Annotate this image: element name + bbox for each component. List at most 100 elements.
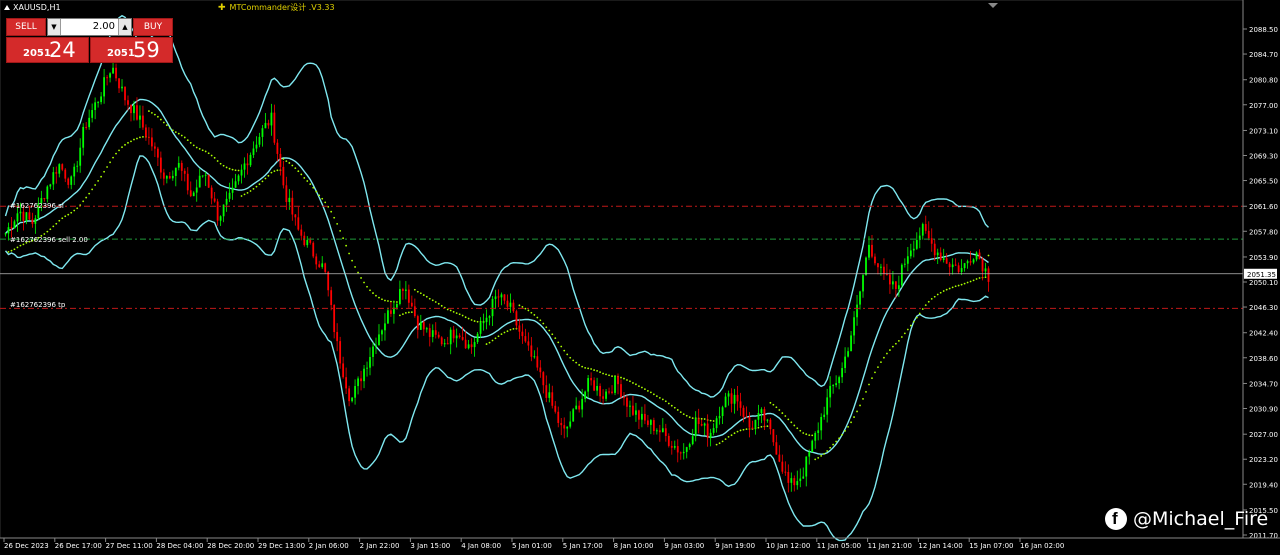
candle-body: [826, 397, 829, 415]
candle-body: [572, 409, 575, 422]
price-chart[interactable]: 2088.50 2084.70 2080.80 2077.00 2073.10 2069.…: [0, 0, 1280, 555]
candle-body: [139, 115, 141, 120]
sar-dot: [703, 418, 706, 420]
candle-body: [566, 426, 569, 429]
sar-dot: [118, 149, 120, 152]
buy-button[interactable]: BUY: [133, 18, 173, 36]
price-axis: 2088.50 2084.70 2080.80 2077.00 2073.10 2069.…: [1242, 0, 1278, 540]
sar-dot: [915, 316, 918, 319]
candle-body: [584, 391, 587, 399]
lot-decrease-icon[interactable]: ▼: [48, 19, 61, 35]
candle-body: [249, 154, 252, 166]
candle-body: [225, 198, 228, 205]
candle-body: [763, 409, 766, 421]
candle-body: [76, 165, 79, 167]
sar-dot: [491, 339, 494, 342]
candle-body: [336, 332, 339, 342]
candle-body: [814, 432, 817, 441]
candle-body: [578, 405, 581, 410]
sar-dot: [865, 390, 867, 393]
sar-dot: [900, 336, 903, 338]
sar-dot: [557, 341, 560, 344]
sar-dot: [790, 421, 793, 424]
expert-advisor-label[interactable]: ✚ MTCommander设计 .V3.33: [218, 2, 335, 13]
sar-dot: [336, 222, 339, 225]
chart-scroll-marker-icon[interactable]: [988, 3, 998, 8]
sar-dot: [661, 398, 664, 401]
lot-increase-icon[interactable]: ▲: [118, 19, 131, 35]
lot-size-input[interactable]: ▼ 2.00 ▲: [47, 18, 132, 36]
candle-body: [252, 148, 255, 155]
sar-dot: [410, 311, 413, 314]
sar-dot: [847, 425, 849, 428]
sar-dot: [667, 402, 670, 405]
sell-button[interactable]: SELL: [6, 18, 46, 36]
sar-dot: [688, 416, 691, 419]
lot-size-value: 2.00: [92, 21, 115, 32]
candle-body: [446, 343, 449, 345]
facebook-icon: f: [1105, 508, 1127, 530]
sar-dot: [709, 419, 712, 422]
candle-body: [620, 384, 622, 398]
sar-dot: [811, 434, 814, 437]
sar-dot: [569, 356, 572, 359]
sar-dot: [103, 170, 105, 173]
candle-body: [204, 174, 207, 176]
candle-body: [153, 146, 156, 149]
sar-dot: [936, 293, 939, 296]
sar-dot: [856, 410, 858, 413]
sar-dot: [966, 281, 969, 284]
sar-dot: [727, 435, 730, 438]
sar-dot: [151, 111, 153, 114]
candle-body: [198, 175, 201, 188]
sar-dot: [213, 156, 216, 159]
sar-dot: [285, 160, 288, 163]
sar-dot: [784, 415, 787, 417]
sar-dot: [951, 286, 954, 289]
candle-body: [177, 162, 180, 168]
sar-dot: [548, 329, 551, 332]
price-tick-label: 2053.90: [1249, 254, 1278, 262]
candle-body: [954, 264, 957, 266]
sar-dot: [924, 304, 927, 307]
candle-body: [70, 176, 73, 185]
candle-body: [186, 173, 189, 191]
candle-body: [13, 221, 16, 229]
sar-dot: [354, 266, 356, 268]
bid-price-prefix: 2051: [23, 48, 51, 59]
sar-dot: [372, 292, 374, 294]
candle-body: [88, 117, 91, 128]
candle-body: [554, 405, 557, 412]
price-tick-label: 2038.60: [1249, 355, 1278, 363]
price-tick-label: 2080.80: [1249, 77, 1278, 85]
candle-body: [156, 148, 159, 158]
price-tick-label: 2030.90: [1249, 406, 1278, 414]
sar-dot: [183, 136, 186, 139]
candle-body: [351, 397, 353, 402]
sar-dot: [446, 308, 449, 311]
candle-body: [79, 147, 82, 166]
candle-body: [658, 430, 661, 433]
candle-body: [369, 356, 371, 368]
candle-body: [363, 368, 365, 382]
bid-price-button[interactable]: 2051 24: [6, 37, 89, 63]
candle-body: [536, 356, 539, 368]
candle-body: [97, 102, 100, 104]
candle-body: [425, 328, 428, 330]
sar-dot: [760, 425, 763, 428]
candle-body: [930, 238, 933, 244]
ask-price-button[interactable]: 2051 59: [90, 37, 173, 63]
candle-body: [410, 302, 413, 307]
sar-dot: [222, 164, 225, 167]
time-tick-label: 10 Jan 12:00: [766, 542, 810, 550]
sar-dot: [972, 279, 975, 282]
candle-body: [700, 424, 703, 426]
sar-dot: [419, 292, 422, 295]
candle-body: [667, 435, 670, 446]
candle-body: [745, 416, 748, 418]
sar-dot: [530, 311, 533, 314]
candle-body: [942, 258, 945, 260]
candle-body: [345, 377, 348, 389]
price-tick-label: 2046.30: [1249, 304, 1278, 312]
sar-dot: [64, 215, 67, 218]
